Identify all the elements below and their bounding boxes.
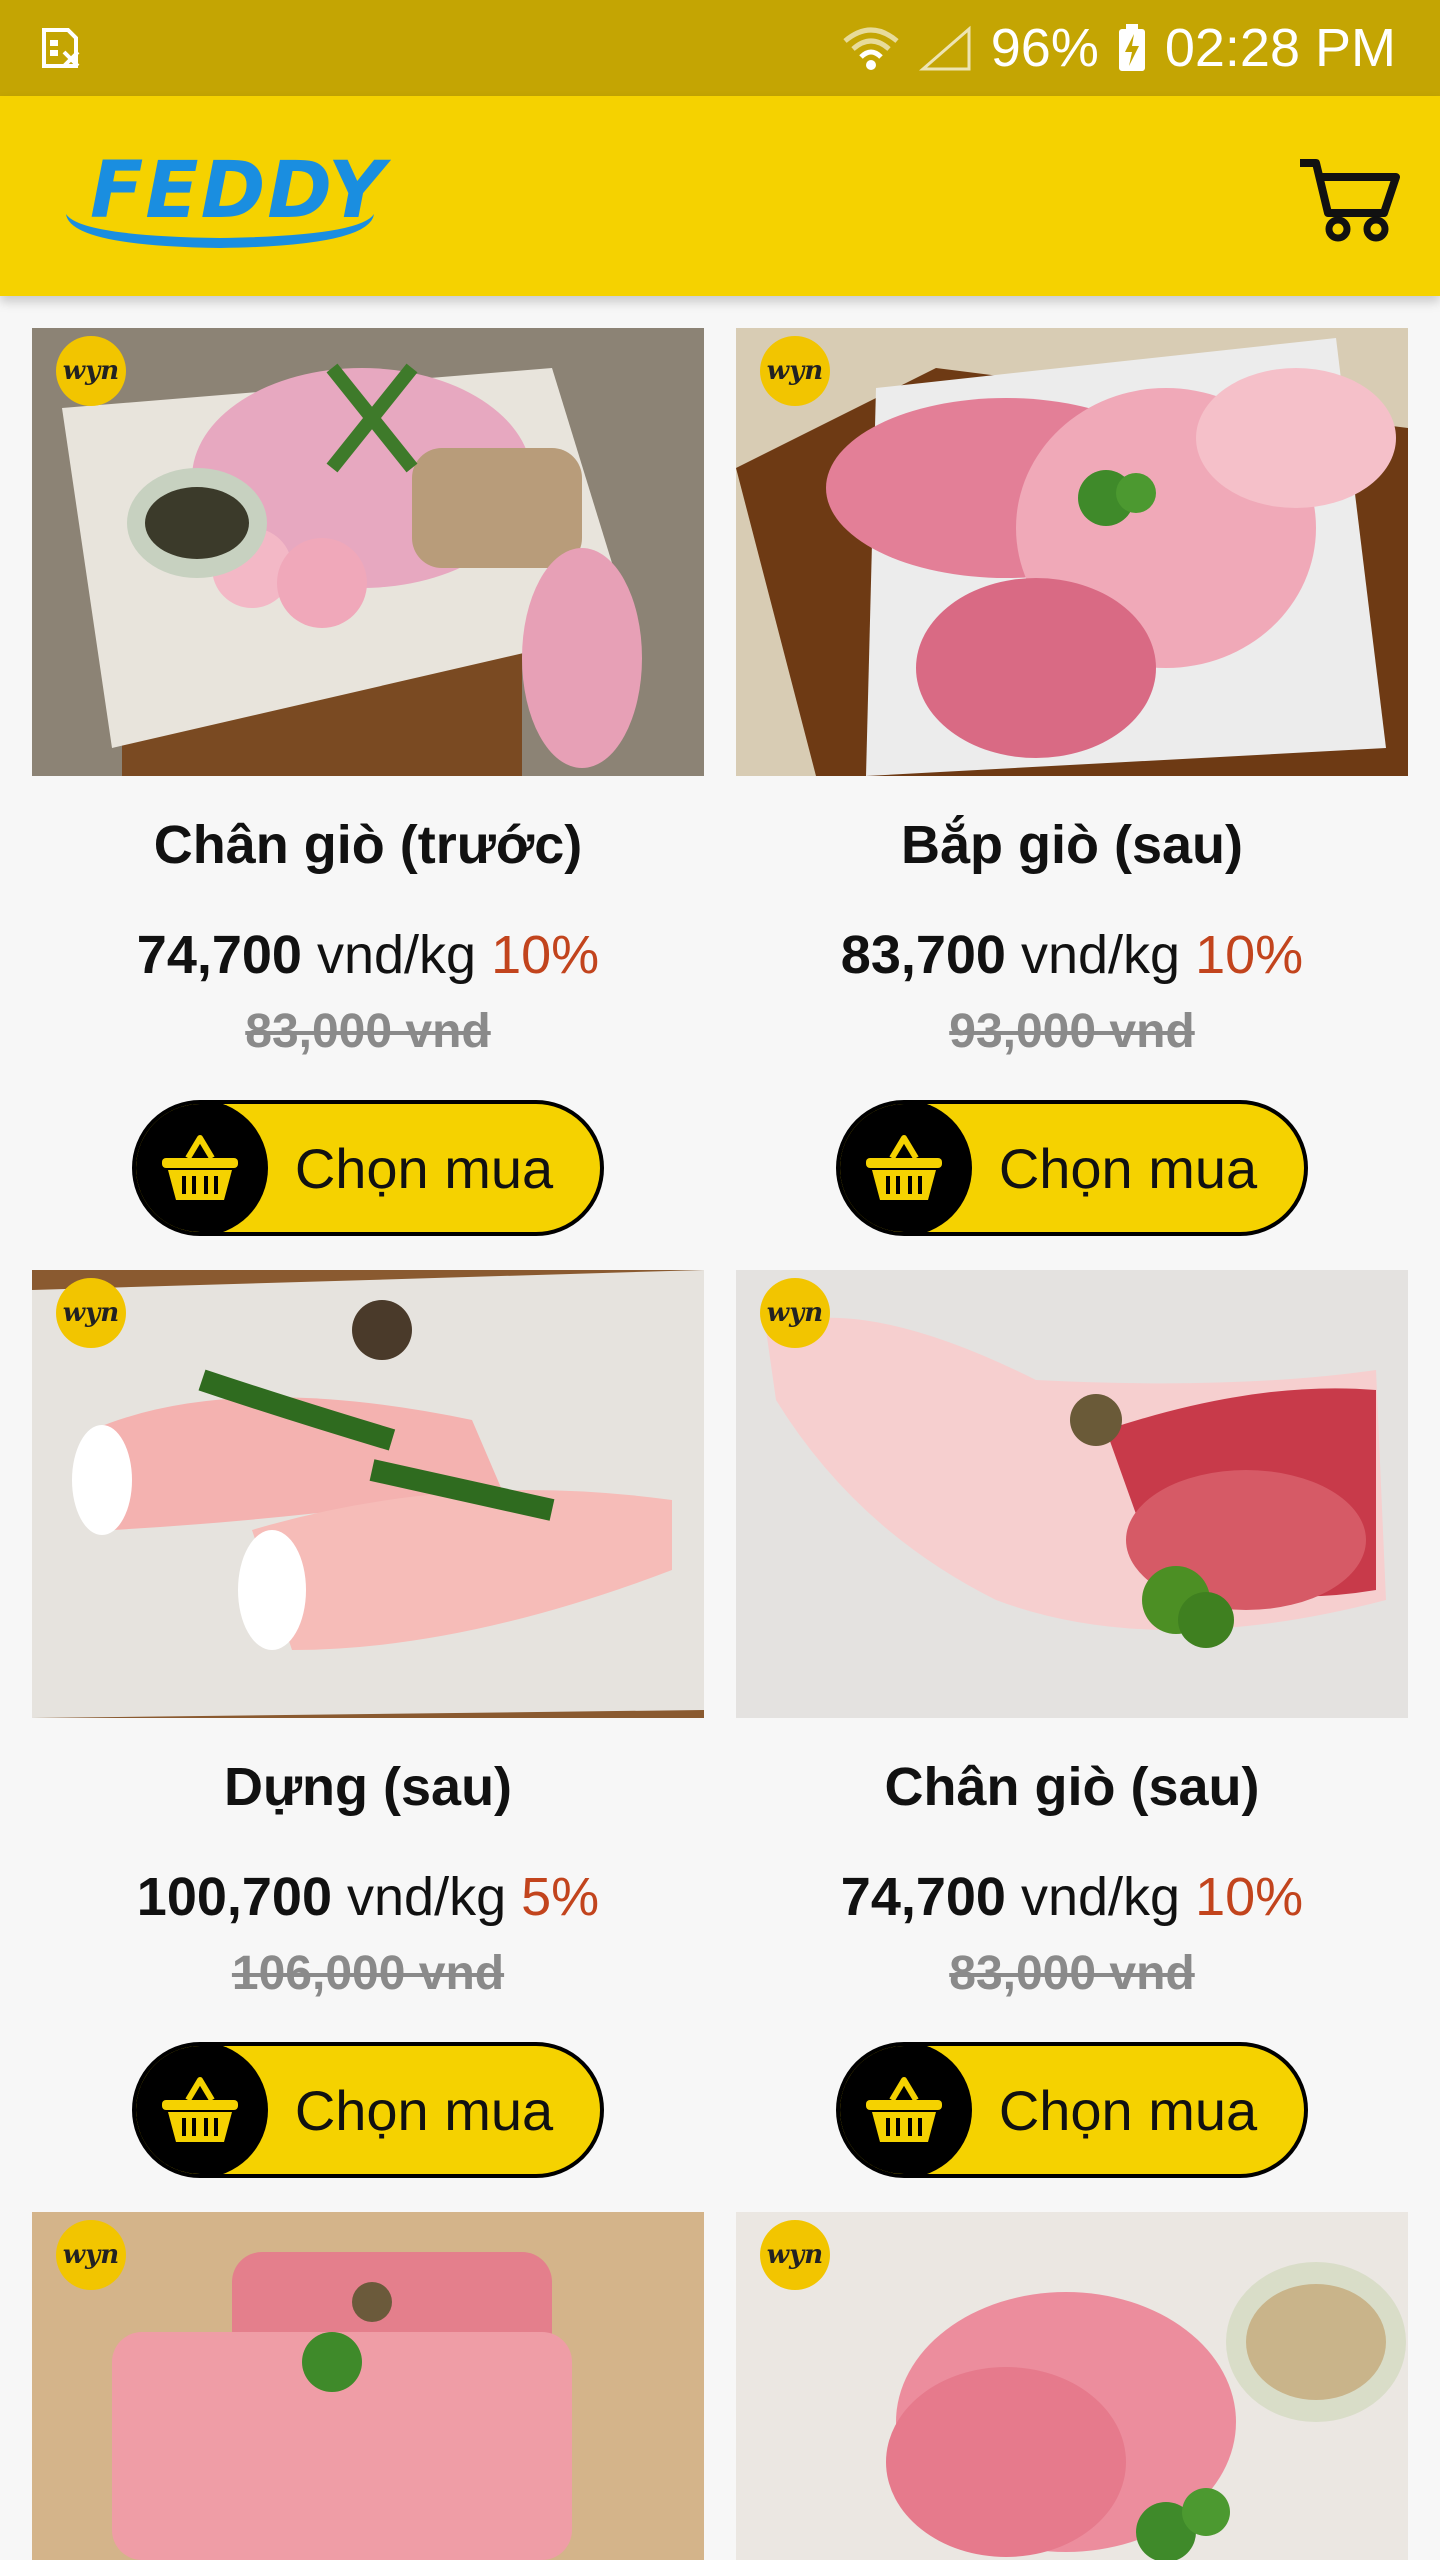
price-row: 74,700 vnd/kg 10% [736, 1866, 1408, 1928]
product-name: Dựng (sau) [223, 1757, 513, 1817]
basket-icon [162, 1135, 238, 1200]
product-card[interactable]: wyn Chân giò (sau) 74,700 vnd/kg 10% 83,… [736, 1270, 1408, 2186]
cart-icon[interactable] [1294, 141, 1404, 251]
feddy-logo[interactable]: FEDDY [60, 136, 384, 256]
battery-percent: 96% [990, 18, 1099, 78]
product-price: 74,700 [840, 1867, 1006, 1927]
buy-button-label: Chọn mua [294, 2078, 554, 2142]
discount-percent: 10% [1195, 925, 1304, 985]
product-image[interactable]: wyn [736, 1270, 1408, 1718]
buy-button[interactable]: Chọn mua [132, 1100, 604, 1236]
product-card[interactable]: wyn [32, 2212, 704, 2560]
product-price: 74,700 [136, 925, 302, 985]
discount-percent: 10% [491, 925, 600, 985]
price-row: 74,700 vnd/kg 10% [32, 924, 704, 986]
battery-charging-icon [1118, 24, 1145, 71]
product-price: 83,700 [840, 925, 1006, 985]
wifi-icon [843, 27, 899, 70]
product-card[interactable]: wyn Bắp giò (sau) 83,700 vnd/kg 10% 93,0… [736, 328, 1408, 1244]
price-unit: vnd/kg [316, 925, 477, 985]
product-card[interactable]: wyn [736, 2212, 1408, 2560]
price-unit: vnd/kg [1020, 925, 1181, 985]
buy-button-label: Chọn mua [998, 1136, 1258, 1200]
sim-card-icon [42, 28, 80, 68]
product-name: Chân giò (trước) [153, 815, 583, 875]
price-unit: vnd/kg [1020, 1867, 1181, 1927]
signal-icon [918, 25, 971, 71]
logo-text: FEDDY [90, 146, 387, 236]
product-card[interactable]: wyn Dựng (sau) 100,700 vnd/kg 5% 106,000… [32, 1270, 704, 2186]
product-image[interactable]: wyn [32, 2212, 704, 2560]
buy-button[interactable]: Chọn mua [132, 2042, 604, 2178]
product-image[interactable]: wyn [736, 2212, 1408, 2560]
status-bar: 96% 02:28 PM [0, 0, 1440, 96]
brand-badge: wyn [56, 1278, 126, 1348]
old-price: 93,000 vnd [949, 1005, 1195, 1058]
app-bar: FEDDY [0, 96, 1440, 296]
brand-badge: wyn [56, 2220, 126, 2290]
brand-badge: wyn [56, 336, 126, 406]
product-name: Chân giò (sau) [884, 1757, 1260, 1817]
price-row: 100,700 vnd/kg 5% [32, 1866, 704, 1928]
buy-button[interactable]: Chọn mua [836, 2042, 1308, 2178]
brand-badge: wyn [760, 2220, 830, 2290]
brand-badge: wyn [760, 1278, 830, 1348]
product-price: 100,700 [136, 1867, 332, 1927]
product-image[interactable]: wyn [32, 1270, 704, 1718]
clock: 02:28 PM [1164, 18, 1396, 78]
price-row: 83,700 vnd/kg 10% [736, 924, 1408, 986]
buy-button-label: Chọn mua [998, 2078, 1258, 2142]
discount-percent: 5% [521, 1867, 600, 1927]
basket-icon [162, 2077, 238, 2142]
basket-icon [866, 1135, 942, 1200]
brand-badge: wyn [760, 336, 830, 406]
buy-button[interactable]: Chọn mua [836, 1100, 1308, 1236]
basket-icon [866, 2077, 942, 2142]
product-image[interactable]: wyn [736, 328, 1408, 776]
price-unit: vnd/kg [347, 1867, 507, 1927]
product-image[interactable]: wyn [32, 328, 704, 776]
old-price: 83,000 vnd [245, 1005, 491, 1058]
product-card[interactable]: wyn Chân giò (trước) 74,700 vnd/kg 10% 8… [32, 328, 704, 1244]
discount-percent: 10% [1195, 1867, 1304, 1927]
buy-button-label: Chọn mua [294, 1136, 554, 1200]
product-name: Bắp giò (sau) [900, 815, 1243, 875]
old-price: 106,000 vnd [231, 1947, 505, 2000]
old-price: 83,000 vnd [949, 1947, 1195, 2000]
